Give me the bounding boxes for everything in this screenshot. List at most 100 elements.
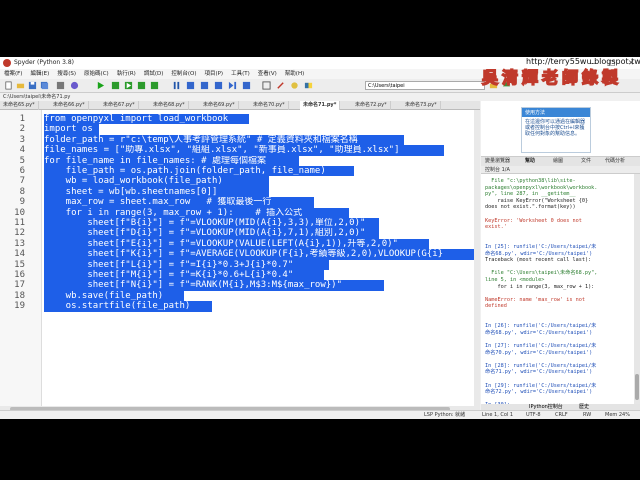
line-number: 1	[19, 114, 25, 124]
step-icon[interactable]	[186, 81, 195, 90]
console-line: 命名70.py', wdir='C:/Users/taipei')	[485, 349, 593, 356]
window-title: Spyder (Python 3.8)	[14, 59, 74, 66]
line-number: 2	[19, 124, 25, 135]
console-line: py", line 287, in __getitem__	[485, 191, 576, 198]
console-line: In [25]: runfile('C:/Users/taipei/未	[485, 244, 597, 250]
code-line[interactable]: sheet[f"E{i}"] = f"=VLOOKUP(VALUE(LEFT(A…	[44, 238, 429, 250]
tab-help[interactable]: 幫助	[525, 157, 535, 166]
line-number: 10	[14, 207, 25, 218]
tab-untitled70[interactable]: 未命名70.py*	[250, 101, 289, 110]
code-line[interactable]: sheet[f"K{i}"] = f"=AVERAGE(VLOOKUP(F{i}…	[44, 249, 474, 260]
menu-view[interactable]: 查看(V)	[254, 69, 281, 79]
tab-variable-explorer[interactable]: 變量瀏覽器	[485, 157, 510, 166]
line-number: 12	[14, 228, 25, 239]
menu-debug[interactable]: 調試(D)	[140, 69, 168, 79]
new-file-icon[interactable]	[4, 81, 13, 90]
code-line[interactable]: sheet = wb[wb.sheetnames[0]]	[44, 186, 269, 198]
menu-file[interactable]: 檔案(F)	[0, 69, 26, 79]
python-icon[interactable]	[304, 81, 313, 90]
watermark-stamp: 吳清輝老師錄製	[481, 67, 623, 88]
save-all-icon[interactable]	[40, 81, 49, 90]
rw-status: RW	[583, 412, 592, 418]
console-line: KeyError: 'Worksheet 0 does not	[485, 217, 582, 224]
console-tab[interactable]: 控制台 1/A	[481, 166, 640, 174]
run-cell-advance-icon[interactable]	[137, 81, 146, 90]
scroll-thumb[interactable]	[635, 374, 639, 400]
tab-untitled65[interactable]: 未命名65.py*	[0, 101, 39, 110]
tab-files[interactable]: 文件	[581, 157, 591, 166]
tab-untitled68[interactable]: 未命名68.py*	[150, 101, 189, 110]
code-line[interactable]: sheet[f"M{i}"] = f"=K{i}*0.6+L{i}*0.4"	[44, 270, 324, 281]
code-line[interactable]: file_names = ["助專.xlsx", "組組.xlsx", "新事員…	[44, 145, 444, 156]
code-line[interactable]: sheet[f"B{i}"] = f"=VLOOKUP(MID(A{i},3,3…	[44, 218, 379, 229]
code-line[interactable]: for file_name in file_names: # 處理每個檔案	[44, 155, 299, 166]
menu-search[interactable]: 搜尋(S)	[53, 69, 80, 79]
run-file-icon[interactable]	[111, 81, 120, 90]
console-line: exist.'	[485, 224, 507, 231]
stop-debug-icon[interactable]	[242, 81, 251, 90]
code-line[interactable]: sheet[f"N{i}"] = f"=RANK(M{i},M$3:M${max…	[44, 280, 384, 291]
open-folder-icon[interactable]	[16, 81, 25, 90]
code-line[interactable]: sheet[f"L{i}"] = f"=I{i}*0.3+J{i}*0.7"	[44, 259, 329, 270]
code-line[interactable]: for i in range(3, max_row + 1): # 插入公式	[44, 207, 349, 218]
console-line: In [27]: runfile('C:/Users/taipei/未	[485, 343, 597, 349]
run-icon[interactable]	[96, 81, 105, 90]
console-line: 命名68.py', wdir='C:/Users/taipei')	[485, 250, 593, 257]
code-line[interactable]: max_row = sheet.max_row # 獲取最後一行	[44, 197, 314, 208]
step-return-icon[interactable]	[214, 81, 223, 90]
tab-untitled73[interactable]: 未命名73.py*	[402, 101, 441, 110]
save-icon[interactable]	[28, 81, 37, 90]
line-number: 9	[19, 197, 25, 208]
line-number-gutter: 1 2 3 4 5 6 7 8 9 10 11 12 13 14 15 16 17 18 19	[0, 110, 42, 410]
console-scrollbar[interactable]	[634, 174, 640, 404]
tab-untitled72[interactable]: 未命名72.py*	[352, 101, 391, 110]
code-line[interactable]: folder_path = r"c:\temp\人事考評管理系統" # 定義資料…	[44, 134, 404, 146]
tab-untitled69[interactable]: 未命名69.py*	[200, 101, 239, 110]
help-card: 使用方法 在這邊你可以通過在編輯器或者控制台中按Ctrl+I來獲取任何對象的幫助…	[521, 107, 591, 153]
run-selection-icon[interactable]	[150, 81, 159, 90]
line-number: 17	[14, 280, 25, 291]
tab-untitled66[interactable]: 未命名66.py*	[50, 101, 89, 110]
menu-source[interactable]: 原始碼(C)	[80, 69, 113, 79]
console-line: File "c:\python38\lib\site-	[485, 178, 576, 184]
console-line: In [26]: runfile('C:/Users/taipei/未	[485, 323, 597, 330]
menu-tools[interactable]: 工具(T)	[227, 69, 254, 79]
menu-projects[interactable]: 項目(P)	[200, 69, 227, 79]
menu-help[interactable]: 幫助(H)	[281, 69, 308, 79]
step-into-icon[interactable]	[200, 81, 209, 90]
code-line[interactable]: wb = load_workbook(file_path)	[44, 176, 269, 187]
code-line[interactable]: file_path = os.path.join(folder_path, fi…	[44, 166, 354, 177]
console-line: 命名71.py', wdir='C:/Users/taipei')	[485, 369, 593, 376]
debug-icon[interactable]	[172, 81, 181, 90]
line-number: 3	[19, 134, 25, 145]
code-line[interactable]: wb.save(file_path)	[44, 290, 184, 302]
tab-untitled67[interactable]: 未命名67.py*	[100, 101, 139, 110]
pythonpath-icon[interactable]	[290, 81, 299, 90]
tab-plots[interactable]: 繪圖	[553, 157, 563, 166]
tab-code-analysis[interactable]: 代碼分析	[605, 157, 625, 166]
settings-icon[interactable]	[56, 81, 65, 90]
code-editor[interactable]: 1 2 3 4 5 6 7 8 9 10 11 12 13 14 15 16 17 18 19 from openp…	[0, 110, 480, 412]
tab-untitled71[interactable]: 未命名71.py*	[300, 101, 341, 110]
ipython-console[interactable]: File "c:\python38\lib\site-packages\open…	[481, 174, 634, 404]
help-card-title: 使用方法	[522, 108, 590, 117]
code-line[interactable]: import os	[44, 124, 99, 135]
memory-status: Mem 24%	[605, 412, 630, 418]
continue-icon[interactable]	[228, 81, 237, 90]
editor-vertical-scrollbar[interactable]	[474, 110, 480, 410]
help-icon[interactable]	[70, 81, 79, 90]
spyder-logo-icon	[3, 59, 11, 67]
menu-edit[interactable]: 編輯(E)	[26, 69, 53, 79]
code-line[interactable]: from openpyxl import load_workbook	[44, 114, 249, 125]
working-directory-input[interactable]: C:\Users\taipei	[365, 81, 485, 90]
console-line: for i in range(3, max_row + 1):	[485, 283, 595, 290]
code-line[interactable]: os.startfile(file_path)	[44, 301, 212, 312]
code-line[interactable]: sheet[f"D{i}"] = f"=VLOOKUP(MID(A{i},7,1…	[44, 228, 379, 239]
maximize-pane-icon[interactable]	[262, 81, 271, 90]
menu-run[interactable]: 執行(R)	[113, 69, 140, 79]
menu-console[interactable]: 控制台(O)	[167, 69, 200, 79]
line-number: 7	[19, 176, 25, 187]
preferences-icon[interactable]	[276, 81, 285, 90]
file-path: C:\Users\taipei\未命名71.py	[0, 93, 640, 101]
run-cell-icon[interactable]	[124, 81, 133, 90]
